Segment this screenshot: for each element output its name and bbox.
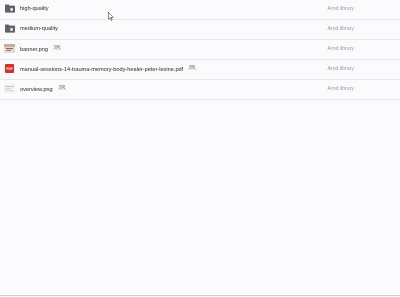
file-name-wrap: manual-sessions-14-trauma-memory-body-he…: [20, 60, 196, 79]
shared-people-icon: [53, 40, 61, 59]
file-name: manual-sessions-14-trauma-memory-body-he…: [20, 66, 184, 73]
file-name: high-quality: [20, 6, 49, 12]
file-owner: Arnd library: [327, 6, 354, 12]
image-thumbnail-icon: [4, 83, 15, 94]
pdf-icon: PDF: [4, 63, 15, 74]
file-list: high-quality Arnd library medium-quality…: [0, 0, 400, 100]
file-owner: Arnd library: [327, 26, 354, 32]
file-owner: Arnd library: [327, 66, 354, 72]
file-owner: Arnd library: [327, 46, 354, 52]
file-name: overview.png: [20, 86, 53, 93]
file-row-high-quality[interactable]: high-quality Arnd library: [0, 0, 400, 20]
file-name: medium-quality: [20, 26, 58, 32]
file-name-wrap: banner.png: [20, 40, 61, 59]
file-row-manual-pdf[interactable]: PDF manual-sessions-14-trauma-memory-bod…: [0, 60, 400, 80]
bottom-divider: [0, 295, 400, 296]
shared-people-icon: [188, 60, 196, 79]
file-name: banner.png: [20, 46, 48, 53]
folder-icon: [4, 3, 15, 14]
image-thumbnail-icon: [4, 43, 15, 54]
mouse-pointer-icon: [108, 8, 115, 21]
file-row-medium-quality[interactable]: medium-quality Arnd library: [0, 20, 400, 40]
file-owner: Arnd library: [327, 86, 354, 92]
file-row-overview[interactable]: overview.png Arnd library: [0, 80, 400, 100]
shared-people-icon: [58, 80, 66, 99]
svg-text:PDF: PDF: [6, 67, 12, 71]
file-row-banner[interactable]: banner.png Arnd library: [0, 40, 400, 60]
file-name-wrap: overview.png: [20, 80, 66, 99]
folder-icon: [4, 23, 15, 34]
